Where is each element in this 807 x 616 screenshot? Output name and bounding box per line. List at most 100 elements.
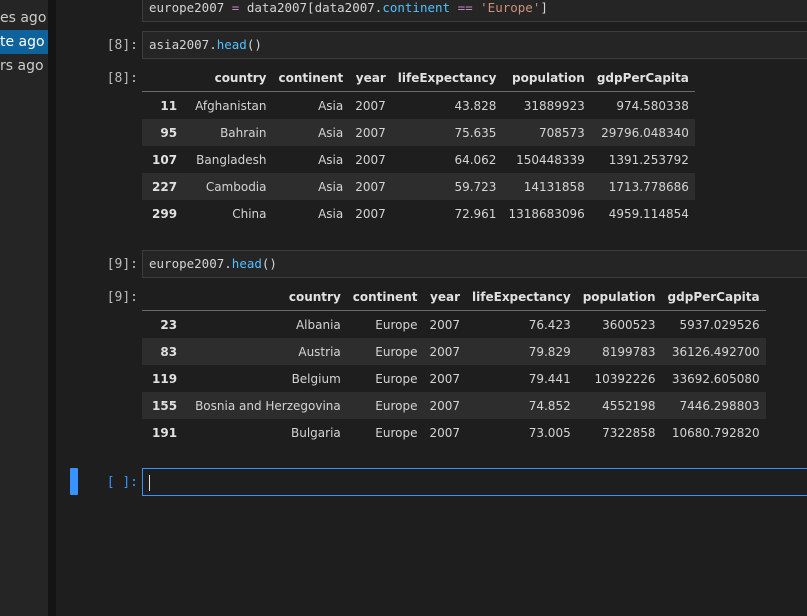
table-row: 191 Bulgaria Europe 2007 73.005 7322858 … xyxy=(142,419,766,446)
cell-year: 2007 xyxy=(429,371,461,386)
code-token: continent xyxy=(382,0,451,15)
cell-continent: Asia xyxy=(318,179,344,194)
cell-country: Bosnia and Herzegovina xyxy=(195,398,341,413)
cell-population: 10392226 xyxy=(594,371,656,386)
cell-gdp-per-capita: 4959.114854 xyxy=(608,206,689,221)
dataframe-output-asia: country continent year lifeExpectancy po… xyxy=(142,65,695,227)
cell-year: 2007 xyxy=(429,398,461,413)
cell-life-expectancy: 79.829 xyxy=(528,344,571,359)
code-token: = xyxy=(224,0,247,15)
row-index: 299 xyxy=(152,206,178,221)
table-header-index xyxy=(142,65,190,92)
table-row: 155 Bosnia and Herzegovina Europe 2007 7… xyxy=(142,392,766,419)
cell-year: 2007 xyxy=(355,179,386,194)
cell-gdp-per-capita: 5937.029526 xyxy=(679,317,760,332)
cell-life-expectancy: 73.005 xyxy=(528,425,571,440)
cell-continent: Europe xyxy=(375,398,418,413)
row-index: 191 xyxy=(152,425,178,440)
row-index: 83 xyxy=(160,344,178,359)
cell-continent: Europe xyxy=(375,317,418,332)
cell-country: Belgium xyxy=(291,371,341,386)
table-header: country xyxy=(189,65,273,92)
cell-life-expectancy: 75.635 xyxy=(454,125,497,140)
cell-gdp-per-capita: 7446.298803 xyxy=(679,398,760,413)
sidebar-item-1[interactable]: es ago xyxy=(0,6,48,30)
table-row: 107 Bangladesh Asia 2007 64.062 15044833… xyxy=(142,146,695,173)
table-header: continent xyxy=(346,284,424,311)
table-header: gdpPerCapita xyxy=(590,65,695,92)
cell-continent: Europe xyxy=(375,344,418,359)
row-index: 227 xyxy=(152,179,178,194)
cell-life-expectancy: 64.062 xyxy=(454,152,497,167)
empty-code-cell-input[interactable] xyxy=(142,468,807,496)
cell-country: Bahrain xyxy=(220,125,267,140)
table-row: 23 Albania Europe 2007 76.423 3600523 59… xyxy=(142,310,766,338)
cell-8-output-prompt: [8]: xyxy=(106,71,138,86)
sidebar-item-label: te ago xyxy=(0,34,45,50)
cell-year: 2007 xyxy=(429,425,461,440)
table-header: year xyxy=(423,284,467,311)
cell-population: 4552198 xyxy=(602,398,656,413)
code-cell-9-input[interactable]: europe2007.head() xyxy=(142,250,807,278)
cell-population: 708573 xyxy=(539,125,585,140)
text-cursor xyxy=(149,474,150,491)
cell-country: Cambodia xyxy=(205,179,267,194)
cell-gdp-per-capita: 974.580338 xyxy=(616,98,689,113)
code-token: head xyxy=(216,37,247,52)
cell-gdp-per-capita: 10680.792820 xyxy=(671,425,760,440)
cell-gdp-per-capita: 1391.253792 xyxy=(608,152,689,167)
cell-gdp-per-capita: 29796.048340 xyxy=(601,125,689,140)
cell-population: 150448339 xyxy=(516,152,585,167)
code-token: europe2007 xyxy=(149,0,225,15)
cell-9-output-prompt: [9]: xyxy=(106,290,138,305)
table-header: continent xyxy=(272,65,350,92)
cell-8-input-prompt: [8]: xyxy=(106,38,138,53)
table-row: 227 Cambodia Asia 2007 59.723 14131858 1… xyxy=(142,173,695,200)
cell-life-expectancy: 43.828 xyxy=(454,98,497,113)
code-token: 'Europe' xyxy=(480,0,541,15)
cell-country: Bangladesh xyxy=(196,152,267,167)
row-index: 155 xyxy=(152,398,178,413)
row-index: 11 xyxy=(160,98,178,113)
sidebar-item-label: rs ago xyxy=(0,58,44,74)
cell-population: 3600523 xyxy=(602,317,656,332)
table-header: country xyxy=(189,284,347,311)
sidebar-item-3[interactable]: rs ago xyxy=(0,54,48,78)
table-row: 11 Afghanistan Asia 2007 43.828 31889923… xyxy=(142,91,695,119)
table-row: 119 Belgium Europe 2007 79.441 10392226 … xyxy=(142,365,766,392)
row-index: 119 xyxy=(152,371,178,386)
cell-year: 2007 xyxy=(429,344,461,359)
table-header-index xyxy=(142,284,190,311)
cell-continent: Europe xyxy=(375,425,418,440)
cell-continent: Europe xyxy=(375,371,418,386)
code-cell-input-top[interactable]: europe2007 = data2007[data2007.continent… xyxy=(142,0,807,22)
cell-year: 2007 xyxy=(355,125,386,140)
table-row: 299 China Asia 2007 72.961 1318683096 49… xyxy=(142,200,695,227)
cell-population: 31889923 xyxy=(523,98,585,113)
table-header: gdpPerCapita xyxy=(661,284,766,311)
active-cell-indicator xyxy=(70,468,78,495)
table-header-row: country continent year lifeExpectancy po… xyxy=(142,65,695,92)
sidebar-item-label: es ago xyxy=(0,10,47,26)
cell-gdp-per-capita: 33692.605080 xyxy=(671,371,760,386)
cell-gdp-per-capita: 1713.778686 xyxy=(608,179,689,194)
code-token: () xyxy=(246,37,262,52)
cell-year: 2007 xyxy=(355,98,386,113)
cell-life-expectancy: 76.423 xyxy=(528,317,571,332)
code-token: ] xyxy=(540,0,548,15)
row-index: 95 xyxy=(160,125,178,140)
row-index: 107 xyxy=(152,152,178,167)
table-header: lifeExpectancy xyxy=(391,65,503,92)
cell-population: 7322858 xyxy=(602,425,656,440)
sidebar-divider[interactable] xyxy=(48,0,56,616)
sidebar-item-2-selected[interactable]: te ago xyxy=(0,30,48,54)
code-token: data2007[data2007. xyxy=(246,0,383,15)
cell-life-expectancy: 72.961 xyxy=(454,206,497,221)
file-explorer-sidebar: es ago te ago rs ago xyxy=(0,0,48,616)
cell-9-input-prompt: [9]: xyxy=(106,257,138,272)
cell-continent: Asia xyxy=(318,152,344,167)
table-header: population xyxy=(576,284,662,311)
code-cell-8-input[interactable]: asia2007.head() xyxy=(142,31,807,59)
cell-population: 8199783 xyxy=(602,344,656,359)
table-header: year xyxy=(349,65,392,92)
